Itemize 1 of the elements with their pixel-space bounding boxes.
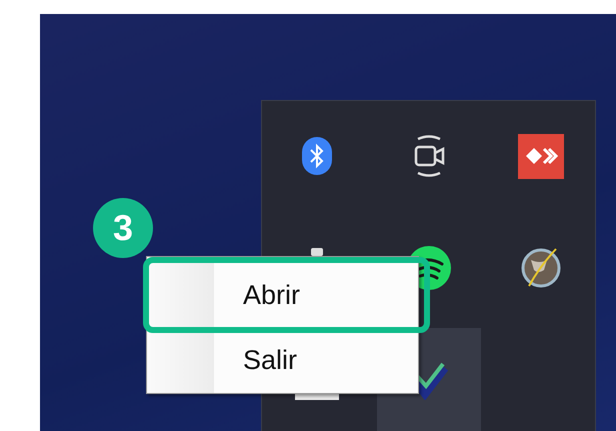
step-badge: 3 [93,198,153,258]
